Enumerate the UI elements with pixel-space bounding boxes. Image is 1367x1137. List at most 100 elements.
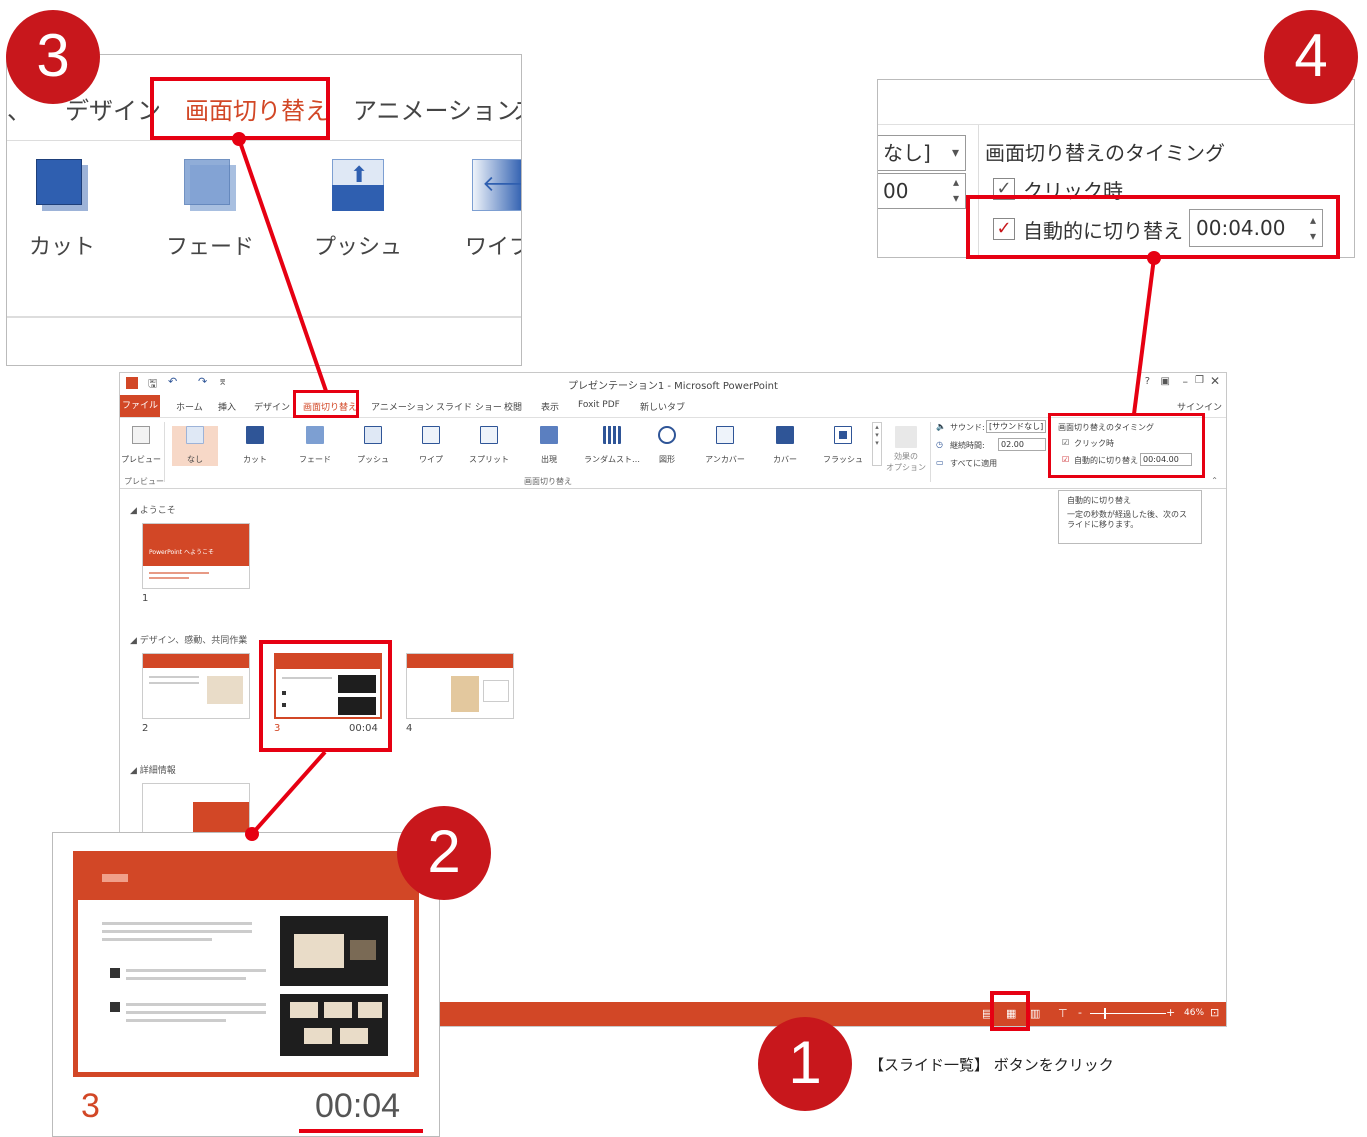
tab-design[interactable]: デザイン [65, 91, 161, 126]
sound-value: なし] [883, 141, 931, 165]
section-header[interactable]: ◢ 詳細情報 [130, 763, 176, 776]
slide-bullet [110, 968, 120, 978]
effect-cover[interactable]: カバー [762, 426, 808, 465]
section-header[interactable]: ◢ ようこそ [130, 503, 176, 516]
tab-animations[interactable]: アニメーション [371, 400, 434, 413]
title-bar: 🖫 ↶ ↷ ⌆ プレゼンテーション1 - Microsoft PowerPoin… [120, 373, 1226, 395]
gallery-scroll[interactable]: ▴ ▾ ▾ [872, 422, 882, 466]
apply-all-button[interactable]: すべてに適用 [950, 458, 997, 469]
spinner-icon[interactable]: ▴ ▾ [953, 174, 959, 206]
step-badge-1: 1 [758, 1017, 852, 1111]
zoom-out-icon[interactable]: - [1078, 1006, 1082, 1019]
cut-icon [246, 426, 264, 444]
effect-label: スプリット [469, 455, 509, 464]
effect-label: ワイプ [419, 455, 443, 464]
zoom-slider[interactable] [1090, 1013, 1166, 1014]
effect-wipe[interactable]: ワイプ [408, 426, 454, 465]
effect-reveal[interactable]: 出現 [526, 426, 572, 465]
timing-underline [299, 1129, 423, 1133]
slide-text-line [102, 922, 252, 925]
effect-none[interactable]: なし [172, 426, 218, 466]
fade-icon [184, 159, 236, 211]
step-1-caption: 【スライド一覧】 ボタンをクリック [869, 1056, 1114, 1074]
slide-thumbnail-1[interactable]: PowerPoint へようこそ [142, 523, 250, 589]
minimize-icon[interactable]: – [1183, 375, 1189, 388]
group-divider [930, 422, 931, 482]
sound-select-zoom[interactable]: なし] ▾ [878, 135, 966, 171]
slide-image-detail [350, 940, 376, 960]
apply-all-icon: ▭ [936, 458, 944, 467]
tab-design[interactable]: デザイン [254, 400, 290, 413]
group-divider [164, 422, 165, 482]
tab-view[interactable]: 表示 [541, 400, 559, 413]
slide-thumbnail-2[interactable] [142, 653, 250, 719]
tab-review[interactable]: 校閲 [504, 400, 522, 413]
effect-flash[interactable]: フラッシュ [820, 426, 866, 465]
tooltip: 自動的に切り替え 一定の秒数が経過した後、次のスライドに移ります。 [1058, 490, 1202, 544]
slide-thumbnail-5[interactable] [142, 783, 250, 833]
tab-slideshow[interactable]: スライド ショー [436, 400, 502, 413]
slide-header [143, 524, 249, 566]
effect-cut[interactable]: カット [7, 159, 117, 261]
zoom-slider-thumb[interactable] [1104, 1008, 1106, 1019]
effect-split[interactable]: スプリット [466, 426, 512, 465]
effect-fade[interactable]: フェード [155, 159, 265, 261]
slide-zoom-panel: 3 00:04 [52, 832, 440, 1137]
effect-fade[interactable]: フェード [292, 426, 338, 465]
slide-header [407, 654, 513, 668]
slide-number: 4 [406, 723, 413, 734]
effect-wipe[interactable]: 🡐 ワイプ [443, 159, 521, 261]
effect-options-button[interactable]: 効果の オプション [886, 426, 926, 473]
slideshow-view-icon[interactable]: ⊤ [1058, 1007, 1068, 1020]
highlight-timing-group [1048, 413, 1205, 478]
timing-group-title: 画面切り替えのタイミング [985, 141, 1225, 165]
tab-animations[interactable]: アニメーション [353, 91, 520, 126]
cover-icon [776, 426, 794, 444]
tab-home[interactable]: ホーム [176, 400, 203, 413]
preview-label: プレビュー [121, 455, 161, 464]
step-badge-2: 2 [397, 806, 491, 900]
sound-select[interactable]: [サウンドなし] [986, 420, 1046, 433]
tab-foxit-pdf[interactable]: Foxit PDF [578, 400, 620, 410]
preview-button[interactable]: プレビュー [120, 426, 162, 465]
slide-title-text: PowerPoint へようこそ [149, 549, 214, 556]
duration-field-zoom[interactable]: 00 ▴ ▾ [878, 173, 966, 209]
help-icon[interactable]: ? [1145, 376, 1150, 387]
slide-text-line [126, 1019, 226, 1022]
slide-text-line [102, 930, 252, 933]
effect-push[interactable]: ⬆ プッシュ [303, 159, 413, 261]
slide-bullet [110, 1002, 120, 1012]
collapse-ribbon-icon[interactable]: ⌃ [1211, 476, 1218, 485]
effect-label: フェード [165, 235, 254, 260]
slide-header [143, 654, 249, 668]
fit-to-window-icon[interactable]: ⊡ [1210, 1006, 1219, 1019]
tab-insert[interactable]: 挿入 [218, 400, 236, 413]
effect-shape[interactable]: 図形 [644, 426, 690, 465]
duration-label: 継続時間: [950, 441, 985, 450]
preview-icon [132, 426, 150, 444]
section-header[interactable]: ◢ デザイン、感動、共同作業 [130, 633, 247, 646]
restore-icon[interactable]: ❐ [1195, 375, 1204, 386]
sign-in-link[interactable]: サインイン [1177, 400, 1222, 413]
tooltip-body: 一定の秒数が経過した後、次のスライドに移ります。 [1067, 510, 1187, 529]
duration-field[interactable]: 02.00 [998, 438, 1046, 451]
ribbon-display-icon[interactable]: ▣ [1161, 376, 1170, 387]
slide-text-line [149, 577, 189, 579]
effect-label: アンカバー [705, 455, 745, 464]
slide-thumbnail-4[interactable] [406, 653, 514, 719]
effect-random-bars[interactable]: ランダムスト… [584, 426, 640, 465]
tab-new[interactable]: 新しいタブ [640, 400, 685, 413]
zoom-in-icon[interactable]: + [1166, 1006, 1175, 1019]
step-badge-4: 4 [1264, 10, 1358, 104]
slide-text-line [149, 572, 209, 574]
close-icon[interactable]: ✕ [1210, 374, 1220, 388]
zoom-level[interactable]: 46% [1184, 1008, 1204, 1018]
tab-slideshow-cut[interactable]: ス [513, 91, 521, 126]
effect-push[interactable]: プッシュ [350, 426, 396, 465]
effect-cut[interactable]: カット [232, 426, 278, 465]
slide-image-detail [290, 1002, 318, 1018]
tab-file[interactable]: ファイル [120, 395, 160, 417]
reading-view-icon[interactable]: ▥ [1030, 1007, 1040, 1020]
effect-uncover[interactable]: アンカバー [702, 426, 748, 465]
reveal-icon [540, 426, 558, 444]
